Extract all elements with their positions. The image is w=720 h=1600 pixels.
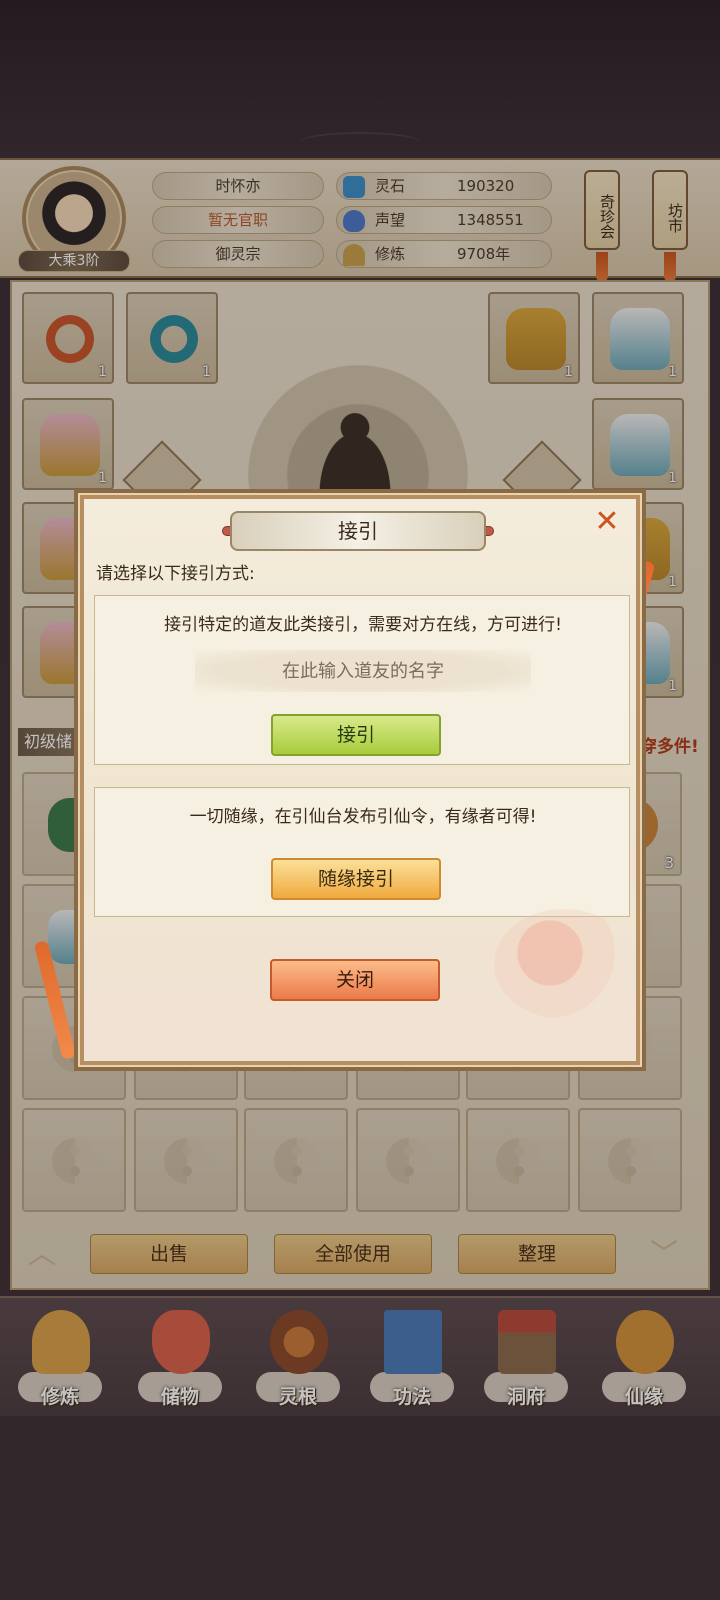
cherry-blossom-decoration [494, 909, 634, 1019]
random-guide-card: 一切随缘，在引仙台发布引仙令，有缘者可得! 随缘接引 [94, 787, 630, 917]
close-button[interactable]: 关闭 [270, 959, 440, 1001]
close-icon[interactable]: ✕ [590, 505, 624, 539]
dialog-title: 接引 [230, 511, 486, 551]
random-guide-description: 一切随缘，在引仙台发布引仙令，有缘者可得! [189, 807, 537, 827]
guide-button[interactable]: 接引 [271, 714, 441, 756]
dialog-prompt: 请选择以下接引方式: [96, 564, 255, 584]
specific-guide-description: 接引特定的道友此类接引，需要对方在线，方可进行! [164, 615, 562, 635]
random-guide-button[interactable]: 随缘接引 [271, 858, 441, 900]
guide-dialog: 接引 ✕ 请选择以下接引方式: 接引特定的道友此类接引，需要对方在线，方可进行!… [80, 495, 640, 1065]
friend-name-input[interactable] [195, 650, 531, 692]
specific-guide-card: 接引特定的道友此类接引，需要对方在线，方可进行! 接引 [94, 595, 630, 765]
